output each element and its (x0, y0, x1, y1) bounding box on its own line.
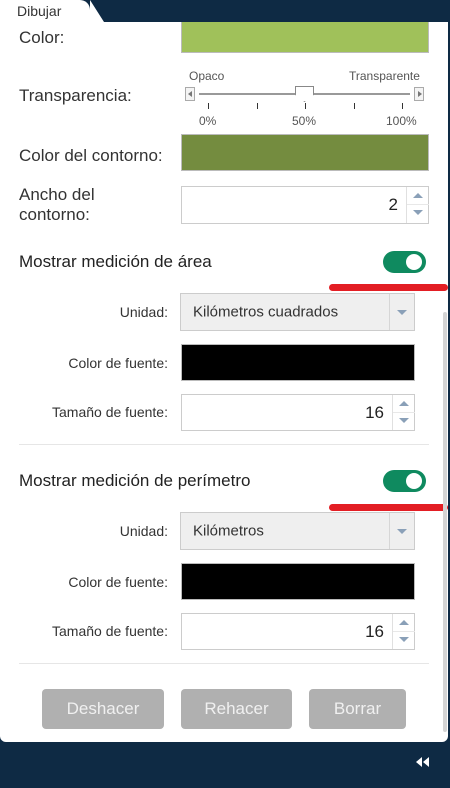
slider-tick (402, 103, 403, 109)
area-font-size-value: 16 (365, 402, 384, 422)
spin-up-icon[interactable] (407, 187, 429, 205)
spin-down-icon[interactable] (393, 413, 415, 431)
slider-increase-icon[interactable] (414, 87, 424, 101)
fill-color-swatch[interactable] (181, 22, 429, 53)
perimeter-unit-select[interactable]: Kilómetros (180, 512, 415, 550)
slider-tick (305, 103, 306, 109)
outline-width-spinner (406, 187, 429, 223)
outline-width-input[interactable]: 2 (181, 186, 429, 224)
area-unit-value: Kilómetros cuadrados (193, 303, 339, 321)
area-font-color-swatch[interactable] (181, 344, 415, 381)
outline-color-swatch[interactable] (181, 134, 429, 171)
perimeter-font-color-swatch[interactable] (181, 563, 415, 600)
draw-panel: Color: Opaco Transparente Transparencia:… (0, 22, 448, 742)
section-divider (19, 444, 429, 445)
tab-label: Dibujar (17, 3, 62, 19)
outline-width-label-line1: Ancho del (19, 185, 95, 204)
outline-color-label: Color del contorno: (19, 146, 163, 165)
transparency-slider-thumb[interactable] (295, 86, 314, 102)
slider-tick-label-100: 100% (386, 114, 417, 128)
slider-max-label: Transparente (349, 69, 420, 83)
spin-down-icon[interactable] (393, 632, 415, 650)
perimeter-font-size-value: 16 (365, 621, 384, 641)
outline-width-value: 2 (388, 195, 398, 214)
slider-min-label: Opaco (189, 69, 225, 83)
perimeter-font-size-spinner (392, 614, 415, 650)
perimeter-font-size-label: Tamaño de fuente: (52, 623, 168, 639)
transparency-label: Transparencia: (19, 86, 132, 105)
slider-tick (208, 103, 209, 109)
area-font-size-label: Tamaño de fuente: (52, 404, 168, 420)
slider-tick (257, 103, 258, 109)
chevron-down-icon (389, 513, 414, 549)
area-font-size-input[interactable]: 16 (181, 394, 415, 431)
bottom-bar (0, 742, 450, 788)
area-font-size-spinner (392, 395, 415, 431)
chevron-down-icon (389, 294, 414, 330)
area-font-color-label: Color de fuente: (68, 355, 168, 371)
annotation-underline (329, 504, 448, 511)
spin-up-icon[interactable] (393, 395, 415, 413)
tab-dibujar[interactable]: Dibujar (0, 0, 90, 22)
area-unit-label: Unidad: (119, 304, 168, 320)
slider-tick-label-50: 50% (292, 114, 317, 128)
slider-decrease-icon[interactable] (185, 87, 195, 101)
perimeter-font-color-label: Color de fuente: (68, 574, 168, 590)
redo-button[interactable]: Rehacer (181, 689, 292, 729)
fill-color-label: Color: (19, 28, 65, 47)
section-divider (19, 663, 429, 664)
perimeter-unit-value: Kilómetros (193, 522, 264, 540)
spin-up-icon[interactable] (393, 614, 415, 632)
perimeter-unit-label: Unidad: (119, 523, 168, 539)
collapse-double-left-icon[interactable] (413, 755, 433, 769)
area-measure-toggle[interactable] (383, 251, 426, 273)
clear-button[interactable]: Borrar (309, 689, 406, 729)
spin-down-icon[interactable] (407, 205, 429, 223)
area-unit-select[interactable]: Kilómetros cuadrados (180, 293, 415, 331)
area-section-title: Mostrar medición de área (19, 252, 212, 271)
outline-width-label-line2: contorno: (19, 205, 90, 224)
perimeter-measure-toggle[interactable] (383, 470, 426, 492)
undo-button[interactable]: Deshacer (42, 689, 164, 729)
perimeter-font-size-input[interactable]: 16 (181, 613, 415, 650)
annotation-underline (329, 284, 448, 291)
slider-tick-label-0: 0% (199, 114, 217, 128)
slider-tick (354, 103, 355, 109)
panel-scrollbar[interactable] (443, 312, 447, 732)
perimeter-section-title: Mostrar medición de perímetro (19, 471, 251, 490)
